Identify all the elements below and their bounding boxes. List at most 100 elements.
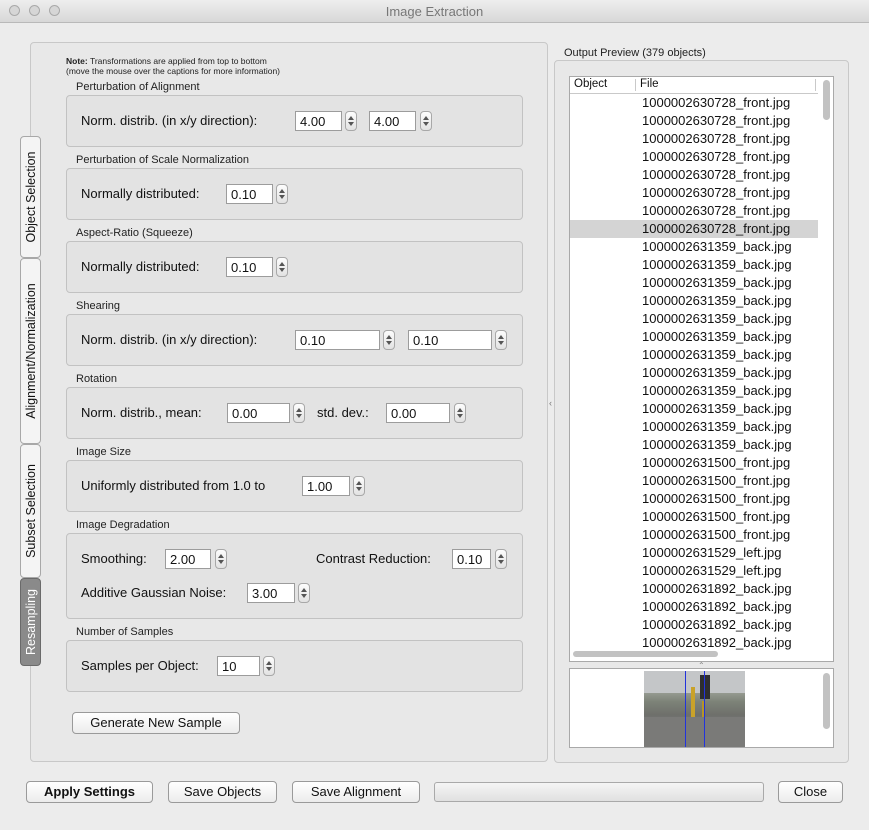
degradation-section (66, 533, 523, 619)
table-row[interactable]: 1000002631892_back.jpg (570, 634, 818, 652)
noise-stepper[interactable] (298, 583, 310, 603)
samples-stepper[interactable] (263, 656, 275, 676)
table-row[interactable]: 1000002631500_front.jpg (570, 454, 818, 472)
preview-scrollbar[interactable] (823, 673, 830, 729)
rotation-std-label: std. dev.: (317, 405, 369, 420)
output-preview-title: Output Preview (379 objects) (564, 47, 706, 59)
alignment-label: Norm. distrib. (in x/y direction): (81, 113, 258, 128)
column-header-file[interactable]: File (640, 78, 659, 90)
scale-stepper[interactable] (276, 184, 288, 204)
table-row[interactable]: 1000002631892_back.jpg (570, 598, 818, 616)
alignment-x-field[interactable]: 4.00 (295, 111, 342, 131)
table-row[interactable]: 1000002630728_front.jpg (570, 202, 818, 220)
table-vertical-scrollbar[interactable] (823, 80, 830, 120)
samples-label: Samples per Object: (81, 658, 199, 673)
shearing-x-field[interactable]: 0.10 (295, 330, 380, 350)
smoothing-field[interactable]: 2.00 (165, 549, 211, 569)
table-row[interactable]: 1000002631892_back.jpg (570, 580, 818, 598)
table-horizontal-scrollbar[interactable] (573, 651, 718, 657)
smoothing-stepper[interactable] (215, 549, 227, 569)
image-size-label: Uniformly distributed from 1.0 to (81, 478, 266, 493)
table-row[interactable]: 1000002630728_front.jpg (570, 166, 818, 184)
table-row[interactable]: 1000002631359_back.jpg (570, 346, 818, 364)
tab-object-selection[interactable]: Object Selection (20, 136, 41, 258)
table-row[interactable]: 1000002631359_back.jpg (570, 274, 818, 292)
table-row[interactable]: 1000002631359_back.jpg (570, 364, 818, 382)
scale-field[interactable]: 0.10 (226, 184, 273, 204)
column-divider[interactable] (815, 79, 816, 91)
table-row[interactable]: 1000002630728_front.jpg (570, 148, 818, 166)
shearing-y-stepper[interactable] (495, 330, 507, 350)
table-header: Object File (570, 77, 818, 94)
table-row[interactable]: 1000002631359_back.jpg (570, 238, 818, 256)
rotation-std-stepper[interactable] (454, 403, 466, 423)
smoothing-label: Smoothing: (81, 551, 147, 566)
generate-new-sample-button[interactable]: Generate New Sample (72, 712, 240, 734)
aspect-field[interactable]: 0.10 (226, 257, 273, 277)
table-row[interactable]: 1000002630728_front.jpg (570, 220, 818, 238)
contrast-field[interactable]: 0.10 (452, 549, 491, 569)
title-bar: Image Extraction (0, 0, 869, 23)
splitter-handle-icon[interactable]: ‹ (549, 398, 552, 408)
table-row[interactable]: 1000002630728_front.jpg (570, 184, 818, 202)
save-objects-button[interactable]: Save Objects (168, 781, 277, 803)
save-alignment-button[interactable]: Save Alignment (292, 781, 420, 803)
aspect-stepper[interactable] (276, 257, 288, 277)
samples-section-title[interactable]: Number of Samples (76, 626, 173, 638)
noise-label: Additive Gaussian Noise: (81, 585, 227, 600)
preview-image (644, 671, 745, 747)
contrast-stepper[interactable] (495, 549, 507, 569)
note-text: Note: Transformations are applied from t… (66, 56, 281, 76)
rotation-mean-stepper[interactable] (293, 403, 305, 423)
table-row[interactable]: 1000002631500_front.jpg (570, 508, 818, 526)
table-row[interactable]: 1000002631359_back.jpg (570, 292, 818, 310)
rotation-std-field[interactable]: 0.00 (386, 403, 450, 423)
shearing-y-field[interactable]: 0.10 (408, 330, 492, 350)
shearing-x-stepper[interactable] (383, 330, 395, 350)
apply-settings-button[interactable]: Apply Settings (26, 781, 153, 803)
alignment-y-stepper[interactable] (420, 111, 432, 131)
image-size-stepper[interactable] (353, 476, 365, 496)
table-row[interactable]: 1000002630728_front.jpg (570, 130, 818, 148)
progress-bar (434, 782, 764, 802)
output-table[interactable]: Object File 1000002630728_front.jpg 10000… (569, 76, 834, 662)
rotation-mean-field[interactable]: 0.00 (227, 403, 290, 423)
tab-resampling[interactable]: Resampling (20, 578, 41, 666)
table-row[interactable]: 1000002631359_back.jpg (570, 400, 818, 418)
aspect-section-title[interactable]: Aspect-Ratio (Squeeze) (76, 227, 193, 239)
table-row[interactable]: 1000002631359_back.jpg (570, 256, 818, 274)
file-list: 1000002630728_front.jpg 1000002630728_fro… (570, 94, 818, 652)
alignment-x-stepper[interactable] (345, 111, 357, 131)
table-row[interactable]: 1000002631500_front.jpg (570, 472, 818, 490)
table-row[interactable]: 1000002631500_front.jpg (570, 490, 818, 508)
window-title: Image Extraction (385, 4, 484, 19)
table-row[interactable]: 1000002631359_back.jpg (570, 328, 818, 346)
image-size-field[interactable]: 1.00 (302, 476, 350, 496)
close-button[interactable]: Close (778, 781, 843, 803)
table-row[interactable]: 1000002631500_front.jpg (570, 526, 818, 544)
table-row[interactable]: 1000002630728_front.jpg (570, 112, 818, 130)
noise-field[interactable]: 3.00 (247, 583, 295, 603)
table-row[interactable]: 1000002631359_back.jpg (570, 310, 818, 328)
table-row[interactable]: 1000002631529_left.jpg (570, 562, 818, 580)
tab-alignment-normalization[interactable]: Alignment/Normalization (20, 258, 41, 444)
table-row[interactable]: 1000002630728_front.jpg (570, 94, 818, 112)
shearing-section-title[interactable]: Shearing (76, 300, 120, 312)
table-row[interactable]: 1000002631892_back.jpg (570, 616, 818, 634)
samples-field[interactable]: 10 (217, 656, 260, 676)
aspect-label: Normally distributed: (81, 259, 200, 274)
degradation-section-title[interactable]: Image Degradation (76, 519, 170, 531)
column-divider[interactable] (635, 79, 636, 91)
rotation-mean-label: Norm. distrib., mean: (81, 405, 202, 420)
alignment-y-field[interactable]: 4.00 (369, 111, 416, 131)
column-header-object[interactable]: Object (574, 78, 607, 90)
tab-subset-selection[interactable]: Subset Selection (20, 444, 41, 578)
image-size-section-title[interactable]: Image Size (76, 446, 131, 458)
scale-section-title[interactable]: Perturbation of Scale Normalization (76, 154, 249, 166)
table-row[interactable]: 1000002631529_left.jpg (570, 544, 818, 562)
table-row[interactable]: 1000002631359_back.jpg (570, 418, 818, 436)
alignment-section-title[interactable]: Perturbation of Alignment (76, 81, 200, 93)
table-row[interactable]: 1000002631359_back.jpg (570, 382, 818, 400)
rotation-section-title[interactable]: Rotation (76, 373, 117, 385)
table-row[interactable]: 1000002631359_back.jpg (570, 436, 818, 454)
